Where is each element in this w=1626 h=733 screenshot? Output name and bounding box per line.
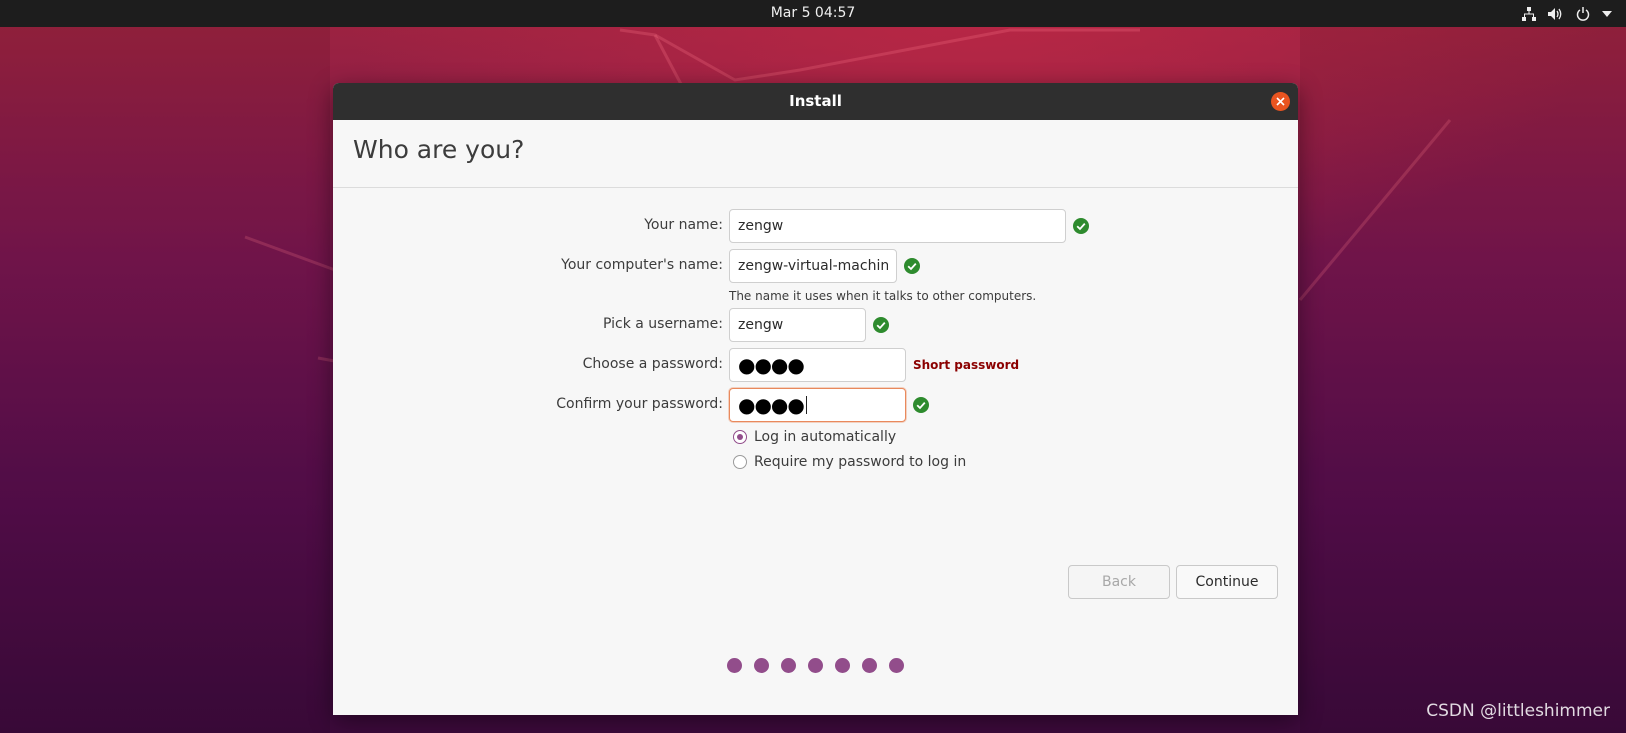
name-label: Your name: — [644, 217, 723, 233]
close-icon — [1276, 97, 1285, 106]
confirm-password-label: Confirm your password: — [556, 396, 723, 412]
close-button[interactable] — [1271, 92, 1290, 111]
page-title: Who are you? — [353, 135, 525, 164]
username-label: Pick a username: — [602, 316, 723, 332]
network-icon[interactable] — [1522, 6, 1536, 21]
radio-button[interactable] — [733, 430, 747, 444]
back-button[interactable]: Back — [1068, 565, 1170, 599]
radio-button[interactable] — [733, 455, 747, 469]
install-progress — [727, 658, 904, 673]
password-strength: Short password — [913, 358, 1020, 372]
watermark: CSDN @littleshimmer — [1426, 701, 1610, 721]
window-titlebar[interactable]: Install — [333, 83, 1298, 120]
progress-dot — [808, 658, 823, 673]
login-auto-label: Log in automatically — [754, 429, 897, 445]
window-title: Install — [789, 92, 842, 110]
system-tray[interactable] — [1522, 0, 1612, 27]
text-caret — [805, 396, 807, 414]
password-label: Choose a password: — [582, 356, 723, 372]
confirm-password-mask: ●●●● — [738, 393, 805, 417]
computer-name-hint: The name it uses when it talks to other … — [729, 289, 1037, 303]
computer-name-input[interactable] — [729, 249, 897, 283]
progress-dot — [862, 658, 877, 673]
valid-check-icon — [913, 397, 929, 413]
power-icon[interactable] — [1576, 6, 1590, 21]
valid-check-icon — [1073, 218, 1089, 234]
confirm-password-input[interactable]: ●●●● — [729, 388, 906, 422]
password-mask: ●●●● — [738, 353, 805, 377]
valid-check-icon — [873, 317, 889, 333]
name-input[interactable] — [729, 209, 1066, 243]
login-password-label: Require my password to log in — [754, 454, 967, 470]
continue-button[interactable]: Continue — [1176, 565, 1278, 599]
progress-dot — [781, 658, 796, 673]
progress-dot — [889, 658, 904, 673]
progress-dot — [835, 658, 850, 673]
clock[interactable]: Mar 5 04:57 — [0, 0, 1626, 27]
progress-dot — [727, 658, 742, 673]
valid-check-icon — [904, 258, 920, 274]
installer-window: Install Who are you? Your name: Your com… — [333, 83, 1298, 715]
chevron-down-icon[interactable] — [1602, 10, 1612, 17]
login-password-option[interactable]: Require my password to log in — [733, 454, 966, 470]
progress-dot — [754, 658, 769, 673]
header-divider — [333, 187, 1298, 188]
username-input[interactable] — [729, 308, 866, 342]
volume-icon[interactable] — [1548, 7, 1564, 21]
password-input[interactable]: ●●●● — [729, 348, 906, 382]
top-panel: Mar 5 04:57 — [0, 0, 1626, 27]
login-auto-option[interactable]: Log in automatically — [733, 429, 896, 445]
computer-name-label: Your computer's name: — [561, 257, 723, 273]
